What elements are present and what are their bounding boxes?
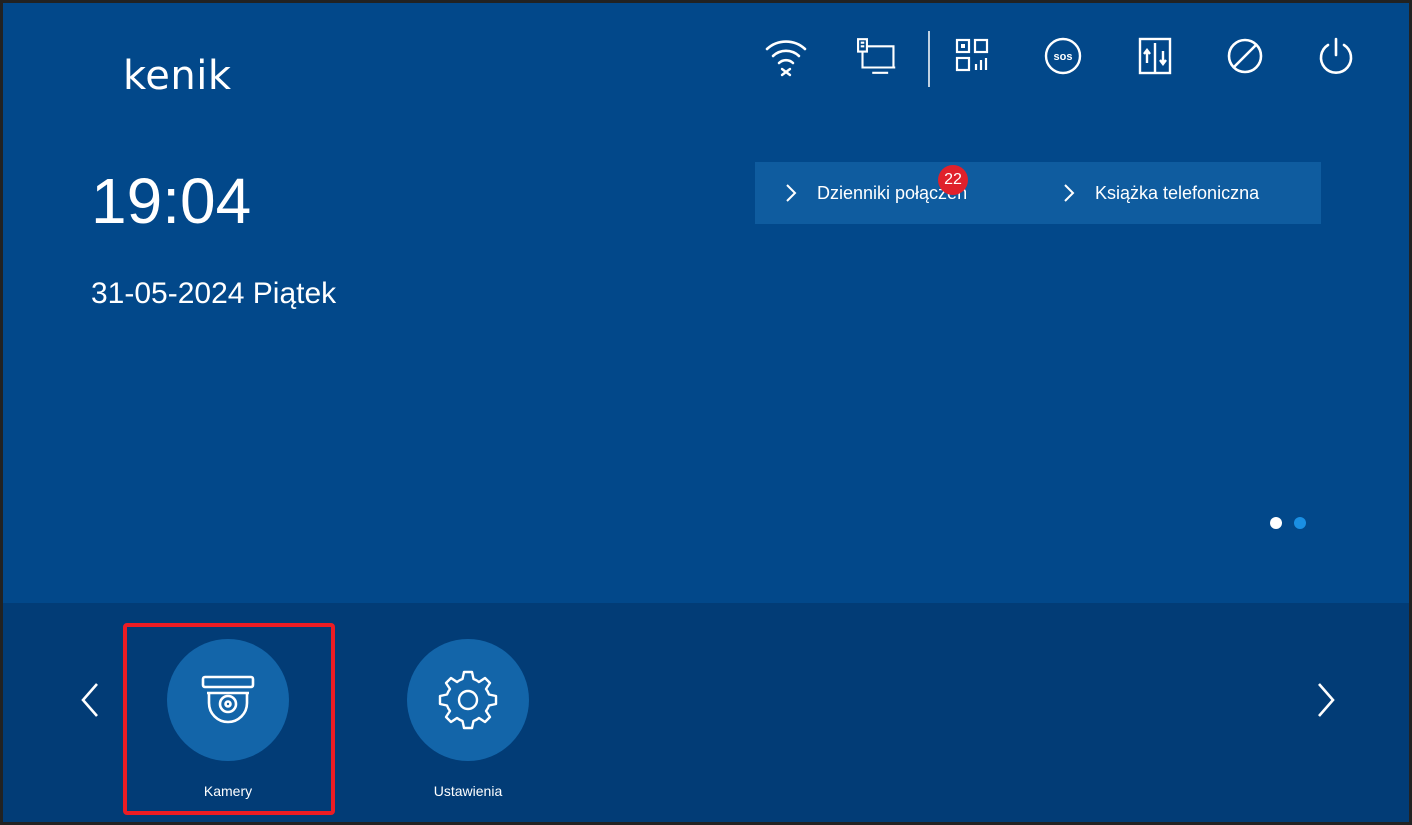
quick-links-bar: Dzienniki połączeń Książka telefoniczna <box>755 162 1321 224</box>
home-panel: kenik 19:04 31-05-2024 Piątek sos Dzienn… <box>3 3 1409 603</box>
gear-icon <box>438 670 498 730</box>
chevron-right-icon <box>1064 184 1075 202</box>
clock-date: 31-05-2024 Piątek <box>91 277 337 310</box>
app-circle <box>167 639 289 761</box>
ethernet-icon[interactable] <box>851 33 897 79</box>
status-divider <box>928 31 930 87</box>
do-not-disturb-icon[interactable] <box>1222 33 1268 79</box>
wifi-disconnected-icon[interactable] <box>763 33 809 79</box>
prev-page-arrow[interactable] <box>75 675 105 725</box>
svg-text:sos: sos <box>1054 51 1073 63</box>
power-icon[interactable] <box>1313 33 1359 79</box>
phonebook-label: Książka telefoniczna <box>1095 182 1260 203</box>
qr-code-icon[interactable] <box>950 33 996 79</box>
chevron-right-icon <box>1318 683 1335 717</box>
dome-camera-icon <box>201 675 255 724</box>
app-label: Ustawienia <box>433 783 503 799</box>
next-page-arrow[interactable] <box>1311 675 1341 725</box>
clock-time: 19:04 <box>91 165 252 237</box>
pager-dot-active[interactable] <box>1270 517 1282 529</box>
app-circle <box>407 639 529 761</box>
sos-icon[interactable]: sos <box>1040 33 1086 79</box>
phonebook-link[interactable]: Książka telefoniczna <box>1059 162 1259 224</box>
chevron-left-icon <box>81 683 98 717</box>
elevator-icon[interactable] <box>1132 33 1178 79</box>
pager-dot[interactable] <box>1294 517 1306 529</box>
app-label: Kamery <box>203 783 253 799</box>
call-logs-badge: 22 <box>938 165 968 195</box>
app-tile-cameras[interactable]: Kamery <box>163 639 293 799</box>
intercom-screen: kenik 19:04 31-05-2024 Piątek sos Dzienn… <box>0 0 1412 825</box>
app-tile-settings[interactable]: Ustawienia <box>403 639 533 799</box>
chevron-right-icon <box>786 184 797 202</box>
status-bar: sos <box>3 33 1409 83</box>
